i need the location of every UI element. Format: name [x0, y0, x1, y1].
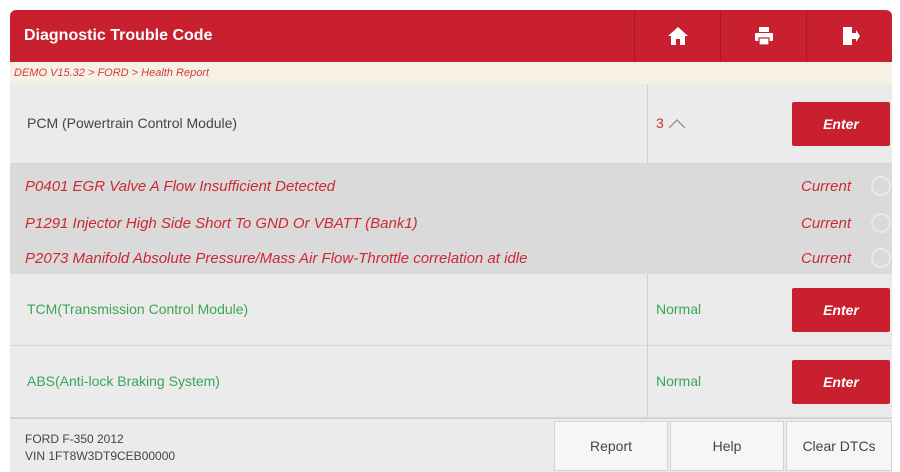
chevron-up-icon[interactable] [668, 117, 686, 129]
divider [647, 84, 648, 164]
module-name: ABS(Anti-lock Braking System) [27, 373, 220, 389]
print-icon [754, 27, 773, 46]
breadcrumb: DEMO V15.32 > FORD > Health Report [10, 62, 892, 84]
module-row-pcm[interactable]: PCM (Powertrain Control Module) 3 Enter [10, 84, 892, 164]
vehicle-info: FORD F-350 2012 VIN 1FT8W3DT9CEB00000 [25, 431, 175, 465]
page-title: Diagnostic Trouble Code [24, 27, 213, 44]
search-icon[interactable] [868, 210, 894, 236]
title-bar: Diagnostic Trouble Code [10, 10, 892, 62]
enter-button-abs[interactable]: Enter [792, 360, 890, 404]
module-name: PCM (Powertrain Control Module) [27, 115, 238, 131]
module-row-abs[interactable]: ABS(Anti-lock Braking System) Normal Ent… [10, 346, 892, 418]
module-name: TCM(Transmission Control Module) [27, 301, 249, 317]
dtc-item: P0401 EGR Valve A Flow Insufficient Dete… [25, 178, 336, 195]
divider [647, 274, 648, 346]
enter-button-pcm[interactable]: Enter [792, 102, 890, 146]
dtc-state: Current [801, 178, 852, 195]
home-button[interactable] [634, 10, 720, 62]
exit-icon [842, 27, 860, 45]
help-button[interactable]: Help [670, 421, 784, 471]
print-button[interactable] [720, 10, 806, 62]
exit-button[interactable] [806, 10, 892, 62]
search-icon[interactable] [868, 173, 894, 199]
clear-dtcs-button[interactable]: Clear DTCs [786, 421, 892, 471]
app-window: Diagnostic Trouble Code DEMO V15.32 > FO… [10, 10, 892, 472]
dtc-item: P2073 Manifold Absolute Pressure/Mass Ai… [25, 250, 528, 267]
home-icon [667, 27, 688, 45]
enter-button-tcm[interactable]: Enter [792, 288, 890, 332]
vehicle-vin: VIN 1FT8W3DT9CEB00000 [25, 449, 176, 463]
dtc-state: Current [801, 215, 852, 232]
module-status: Normal [656, 373, 702, 389]
report-button[interactable]: Report [554, 421, 668, 471]
footer-bar: FORD F-350 2012 VIN 1FT8W3DT9CEB00000 Re… [10, 418, 892, 472]
dtc-item: P1291 Injector High Side Short To GND Or… [25, 215, 418, 232]
module-row-tcm[interactable]: TCM(Transmission Control Module) Normal … [10, 274, 892, 346]
dtc-state: Current [801, 250, 852, 267]
vehicle-model: FORD F-350 2012 [25, 432, 124, 446]
module-status: Normal [656, 301, 702, 317]
module-fault-count: 3 [656, 115, 664, 131]
search-icon[interactable] [868, 245, 894, 271]
dtc-list: P0401 EGR Valve A Flow Insufficient Dete… [10, 164, 892, 274]
divider [647, 346, 648, 418]
